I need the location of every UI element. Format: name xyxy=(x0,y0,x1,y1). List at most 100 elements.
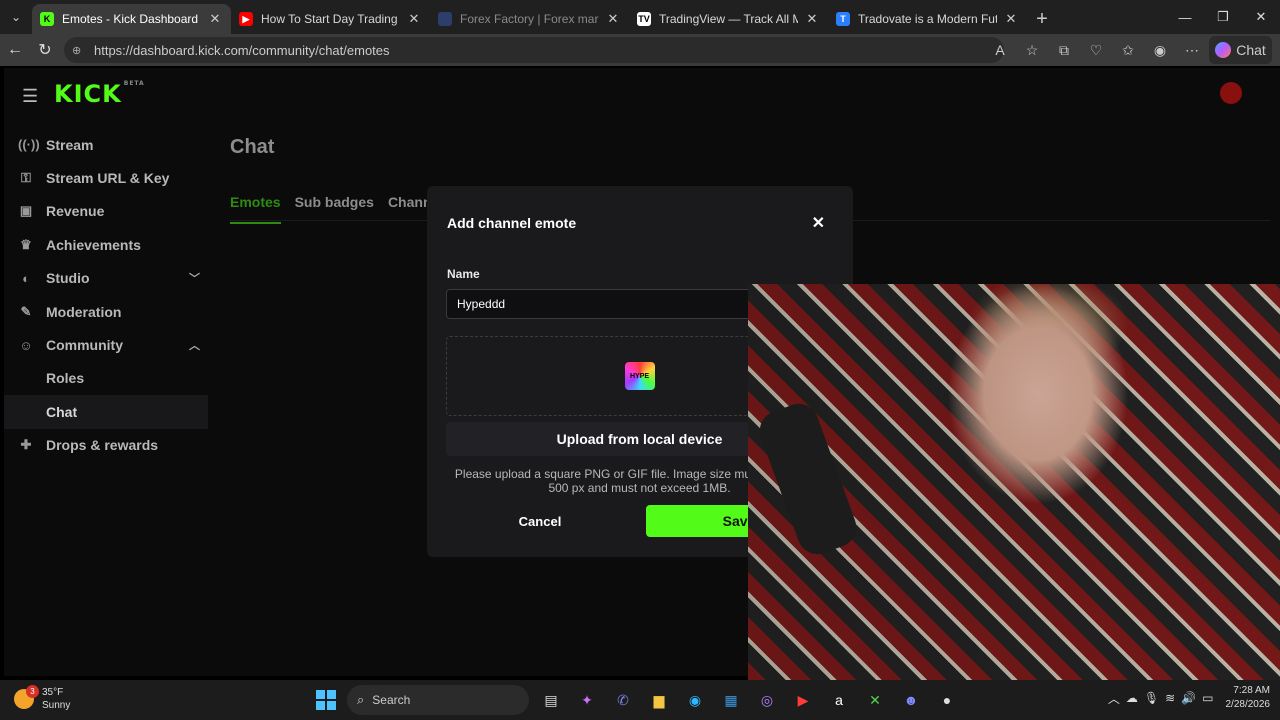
tradingview-favicon-icon: TV xyxy=(637,12,651,26)
url-text: https://dashboard.kick.com/community/cha… xyxy=(94,42,390,58)
sidebar-item-roles[interactable]: Roles xyxy=(4,362,208,395)
broadcast-icon: ((·)) xyxy=(18,137,40,153)
weather-temp: 35°F xyxy=(42,687,64,698)
battery-icon[interactable]: ▭ xyxy=(1202,691,1213,705)
onedrive-icon[interactable]: ☁ xyxy=(1126,691,1138,705)
sidebar-item-label: Roles xyxy=(46,370,85,387)
modal-title: Add channel emote xyxy=(447,215,577,231)
favorites-icon[interactable]: ✩ xyxy=(1113,36,1143,64)
sidebar-item-achievements[interactable]: ♛ Achievements xyxy=(4,228,208,261)
beta-badge: BETA xyxy=(123,80,145,87)
microsoft-store-icon[interactable]: ▦ xyxy=(716,685,746,715)
wallet-icon: ▣ xyxy=(19,203,33,219)
weather-widget[interactable]: 3 35°F Sunny xyxy=(14,685,71,712)
more-options-icon[interactable]: ⋯ xyxy=(1177,36,1207,64)
address-bar[interactable]: ⊕ https://dashboard.kick.com/community/c… xyxy=(64,37,1004,63)
sidebar-item-label: Revenue xyxy=(46,203,105,220)
kick-favicon-icon: K xyxy=(40,12,54,26)
restore-window-icon[interactable]: ❐ xyxy=(1204,0,1242,34)
key-icon: ⚿ xyxy=(21,170,31,186)
minimize-window-icon[interactable]: — xyxy=(1166,0,1204,34)
sidebar-item-stream[interactable]: ((·)) Stream xyxy=(4,128,208,161)
close-window-icon[interactable]: ✕ xyxy=(1242,0,1280,34)
system-tray: ︿ ☁ 🎙 ≋ 🔊 ▭ 7:28 AM 2/28/2026 xyxy=(1108,684,1270,712)
sidebar-item-label: Achievements xyxy=(46,236,141,253)
close-tab-icon[interactable]: ✕ xyxy=(804,11,820,27)
tab-actions-menu-icon[interactable]: ⌄ xyxy=(0,0,32,34)
profile-avatar-icon[interactable]: ◉ xyxy=(1145,36,1175,64)
sidebar-item-label: Community xyxy=(46,337,123,354)
chevron-up-icon[interactable]: ︿ xyxy=(1108,690,1120,707)
sidebar-item-moderation[interactable]: ✎ Moderation xyxy=(4,295,208,328)
page-title: Chat xyxy=(230,136,275,158)
new-tab-icon[interactable]: + xyxy=(1027,4,1057,34)
sidebar-item-chat[interactable]: Chat xyxy=(4,395,208,429)
browser-tab-forexfactory[interactable]: Forex Factory | Forex markets for t ✕ xyxy=(430,4,629,34)
sidebar-item-label: Moderation xyxy=(46,303,122,320)
extensions-icon[interactable]: ⧉ xyxy=(1049,36,1079,64)
discord-icon[interactable]: ☻ xyxy=(896,685,926,715)
forexfactory-favicon-icon xyxy=(438,12,452,26)
webcam-overlay xyxy=(748,284,1280,682)
browser-tab-tradingview[interactable]: TV TradingView — Track All Markets ✕ xyxy=(629,4,828,34)
taskbar-search-box[interactable]: ⌕ Search xyxy=(347,685,529,715)
kick-logo[interactable]: KICK BETA xyxy=(54,80,145,108)
sidebar-item-community[interactable]: ☺ Community ︿ xyxy=(4,328,208,361)
back-arrow-icon[interactable]: ← xyxy=(0,36,30,64)
favorite-star-icon[interactable]: ☆ xyxy=(1017,36,1047,64)
sidebar-item-label: Stream URL & Key xyxy=(46,170,170,187)
windows-start-icon[interactable] xyxy=(316,690,336,710)
read-aloud-icon[interactable]: A xyxy=(985,36,1015,64)
amazon-icon[interactable]: a xyxy=(824,685,854,715)
search-label: Search xyxy=(372,693,411,707)
browser-tabbar: ⌄ K Emotes - Kick Dashboard ✕ ▶ How To S… xyxy=(0,0,1280,34)
site-info-icon[interactable]: ⊕ xyxy=(72,44,88,57)
file-explorer-icon[interactable]: ▆ xyxy=(644,685,674,715)
sidebar-item-label: Drops & rewards xyxy=(46,437,159,454)
close-tab-icon[interactable]: ✕ xyxy=(1003,11,1019,27)
sidebar-item-studio[interactable]: ◐ Studio ﹀ xyxy=(4,262,208,295)
obs-app-icon[interactable]: ◎ xyxy=(752,685,782,715)
teams-icon[interactable]: ✆ xyxy=(608,685,638,715)
wifi-icon[interactable]: ≋ xyxy=(1165,691,1175,705)
browser-tab-youtube[interactable]: ▶ How To Start Day Trading For Begi ✕ xyxy=(231,4,430,34)
browser-essentials-icon[interactable]: ♡ xyxy=(1081,36,1111,64)
hamburger-menu-icon[interactable]: ☰ xyxy=(22,86,38,107)
close-tab-icon[interactable]: ✕ xyxy=(406,11,422,27)
sidebar-item-drops-rewards[interactable]: ✚ Drops & rewards xyxy=(4,429,208,462)
reload-icon[interactable]: ↻ xyxy=(30,36,60,64)
close-icon[interactable]: ✕ xyxy=(812,213,825,233)
sidebar-item-label: Studio xyxy=(46,270,90,287)
people-icon: ☺ xyxy=(19,337,33,353)
copilot-chat-button[interactable]: Chat xyxy=(1209,36,1272,64)
close-tab-icon[interactable]: ✕ xyxy=(605,11,621,27)
weather-desc: Sunny xyxy=(42,700,71,711)
copilot-app-icon[interactable]: ✦ xyxy=(572,685,602,715)
browser-tab-tradovate[interactable]: T Tradovate is a Modern Futures Tra ✕ xyxy=(828,4,1027,34)
sidebar-item-stream-url-key[interactable]: ⚿ Stream URL & Key xyxy=(4,161,208,194)
browser-tab-kick[interactable]: K Emotes - Kick Dashboard ✕ xyxy=(32,4,231,34)
microphone-icon[interactable]: 🎙 xyxy=(1144,691,1159,705)
emote-preview-image: HYPE xyxy=(624,362,655,390)
dashboard-sidebar: ((·)) Stream ⚿ Stream URL & Key ▣ Revenu… xyxy=(4,128,208,462)
chevron-down-icon: ﹀ xyxy=(189,273,200,286)
tab-title: Tradovate is a Modern Futures Tra xyxy=(858,12,997,26)
user-avatar[interactable] xyxy=(1220,82,1242,104)
cancel-button[interactable]: Cancel xyxy=(447,505,633,537)
edge-browser-icon[interactable]: ◉ xyxy=(680,685,710,715)
emote-preview-text: HYPE xyxy=(629,372,650,380)
task-view-icon[interactable]: ▤ xyxy=(536,685,566,715)
copilot-label: Chat xyxy=(1236,42,1266,58)
xbox-icon[interactable]: ✕ xyxy=(860,685,890,715)
youtube-app-icon[interactable]: ▶ xyxy=(788,685,818,715)
name-field-label: Name xyxy=(447,267,480,281)
wrench-icon: ✎ xyxy=(20,303,32,319)
sidebar-item-revenue[interactable]: ▣ Revenue xyxy=(4,195,208,228)
taskbar-clock[interactable]: 7:28 AM 2/28/2026 xyxy=(1226,684,1271,712)
volume-icon[interactable]: 🔊 xyxy=(1181,691,1196,705)
palette-icon: ◐ xyxy=(22,270,30,286)
tab-title: Emotes - Kick Dashboard xyxy=(62,12,199,26)
obs-studio-icon[interactable]: ● xyxy=(932,685,962,715)
close-tab-icon[interactable]: ✕ xyxy=(207,11,223,27)
copilot-icon xyxy=(1215,42,1231,58)
